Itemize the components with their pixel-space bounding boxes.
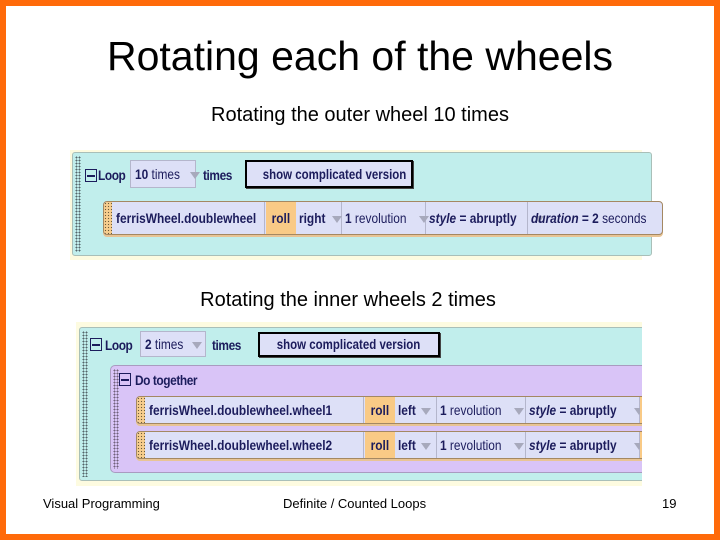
amount-dropdown[interactable]: 1 revolution — [437, 432, 526, 458]
drag-handle[interactable] — [75, 156, 81, 252]
loop-count-unit: times — [154, 336, 184, 352]
loop-count-dropdown[interactable]: 2 times — [140, 331, 206, 357]
button-label: show complicated version — [277, 336, 421, 352]
style-dropdown[interactable]: style = abruptly — [426, 202, 545, 234]
statement-end — [640, 397, 642, 423]
loop-block[interactable]: Loop 10 times times show complicated ver… — [72, 152, 663, 256]
footer-left: Visual Programming — [43, 496, 160, 511]
style-dropdown[interactable]: style = abruptly — [526, 432, 642, 458]
caption-inner-wheels: Rotating the inner wheels 2 times — [200, 289, 496, 311]
object-dropdown[interactable]: ferrisWheel.doublewheel.wheel2 — [146, 432, 377, 458]
loop-count-value: 10 — [135, 166, 149, 182]
collapse-icon[interactable] — [90, 338, 102, 351]
style-dropdown[interactable]: style = abruptly — [526, 397, 642, 423]
object-dropdown[interactable]: ferrisWheel.doublewheel — [113, 202, 293, 234]
method-label: roll — [365, 397, 395, 423]
show-complicated-version-button[interactable]: show complicated version — [245, 160, 413, 188]
caption-outer-wheel: Rotating the outer wheel 10 times — [211, 104, 509, 126]
do-together-block[interactable]: Do together ferrisWheel.doublewheel.whee… — [110, 365, 642, 473]
statement-drag-handle[interactable] — [104, 202, 112, 234]
statement-drag-handle[interactable] — [137, 432, 145, 458]
dropdown-arrow-icon — [514, 407, 525, 415]
statement-drag-handle[interactable] — [137, 397, 145, 423]
amount-dropdown[interactable]: 1 revolution — [437, 397, 526, 423]
code-editor-outer-wheel: Loop 10 times times show complicated ver… — [70, 150, 663, 260]
loop-label: Loop — [105, 337, 133, 353]
do-together-label: Do together — [135, 372, 198, 388]
collapse-icon[interactable] — [85, 169, 97, 182]
statement-end — [640, 432, 642, 458]
times-label: times — [212, 337, 241, 353]
object-dropdown[interactable]: ferrisWheel.doublewheel.wheel1 — [146, 397, 377, 423]
show-complicated-version-button[interactable]: show complicated version — [258, 332, 440, 357]
button-label: show complicated version — [262, 166, 407, 182]
collapse-icon[interactable] — [119, 373, 131, 386]
dropdown-arrow-icon — [192, 341, 203, 349]
dropdown-arrow-icon — [421, 407, 431, 415]
roll-statement[interactable]: ferrisWheel.doublewheel roll right 1 rev… — [103, 201, 663, 235]
loop-count-value: 2 — [145, 336, 152, 352]
loop-label: Loop — [98, 167, 126, 183]
direction-dropdown[interactable]: left — [395, 432, 437, 458]
loop-count-dropdown[interactable]: 10 times — [130, 160, 200, 188]
duration-dropdown[interactable]: duration = 2 seconds — [528, 202, 664, 234]
method-label: roll — [365, 432, 395, 458]
direction-dropdown[interactable]: left — [395, 397, 437, 423]
dropdown-arrow-icon — [514, 442, 525, 450]
direction-dropdown[interactable]: right — [296, 202, 343, 234]
drag-handle[interactable] — [82, 331, 88, 477]
slide-title: Rotating each of the wheels — [107, 33, 613, 79]
method-label: roll — [266, 202, 296, 234]
roll-statement-wheel1[interactable]: ferrisWheel.doublewheel.wheel1 roll left… — [136, 396, 642, 424]
amount-dropdown[interactable]: 1 revolution — [342, 202, 430, 234]
page-number: 19 — [662, 496, 677, 511]
code-editor-inner-wheels: Loop 2 times times show complicated vers… — [76, 322, 642, 486]
loop-count-unit: times — [151, 166, 180, 182]
loop-block[interactable]: Loop 2 times times show complicated vers… — [79, 327, 642, 481]
times-label: times — [203, 167, 232, 183]
dropdown-arrow-icon — [332, 215, 343, 223]
dropdown-arrow-icon — [189, 171, 200, 179]
roll-statement-wheel2[interactable]: ferrisWheel.doublewheel.wheel2 roll left… — [136, 431, 642, 459]
dropdown-arrow-icon — [421, 442, 431, 450]
footer-center: Definite / Counted Loops — [283, 496, 427, 511]
